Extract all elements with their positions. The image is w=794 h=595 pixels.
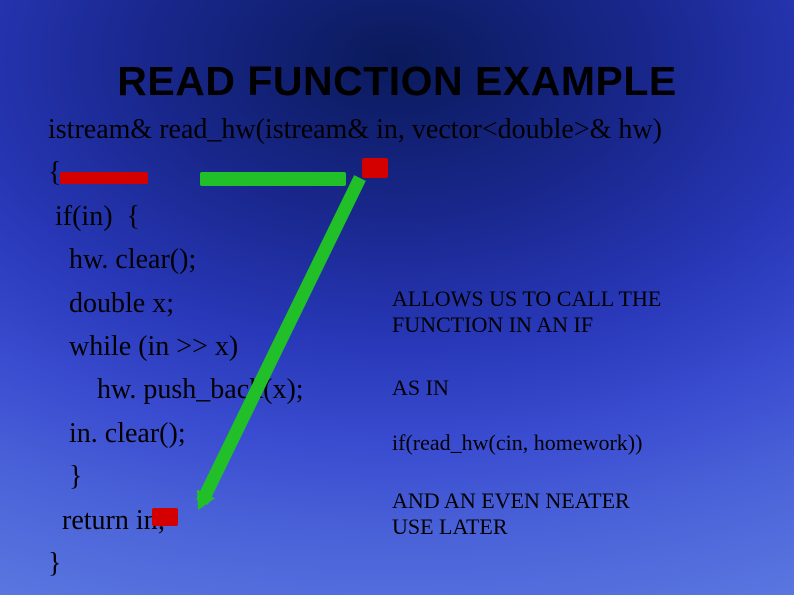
- code-line-4: hw. clear();: [48, 238, 748, 281]
- slide-title: READ FUNCTION EXAMPLE: [0, 58, 794, 105]
- code-line-2: {: [48, 151, 748, 194]
- annotation-allows: ALLOWS US TO CALL THE FUNCTION IN AN IF: [392, 286, 772, 339]
- highlight-bar-return: [152, 508, 178, 526]
- annotation-if-call: if(read_hw(cin, homework)): [392, 430, 642, 456]
- annotation-neater-line1: AND AN EVEN NEATER: [392, 488, 630, 513]
- code-line-1: istream& read_hw(istream& in, vector<dou…: [48, 108, 748, 151]
- annotation-neater-line2: USE LATER: [392, 514, 508, 539]
- highlight-bar-istream: [60, 172, 148, 184]
- code-line-3: if(in) {: [48, 195, 748, 238]
- slide: READ FUNCTION EXAMPLE istream& read_hw(i…: [0, 0, 794, 595]
- annotation-allows-line2: FUNCTION IN AN IF: [392, 312, 593, 337]
- highlight-bar-green: [200, 172, 346, 186]
- annotation-asin: AS IN: [392, 375, 449, 401]
- annotation-neater: AND AN EVEN NEATER USE LATER: [392, 488, 772, 541]
- code-line-11: }: [48, 542, 748, 585]
- annotation-allows-line1: ALLOWS US TO CALL THE: [392, 286, 661, 311]
- highlight-bar-in: [362, 158, 388, 178]
